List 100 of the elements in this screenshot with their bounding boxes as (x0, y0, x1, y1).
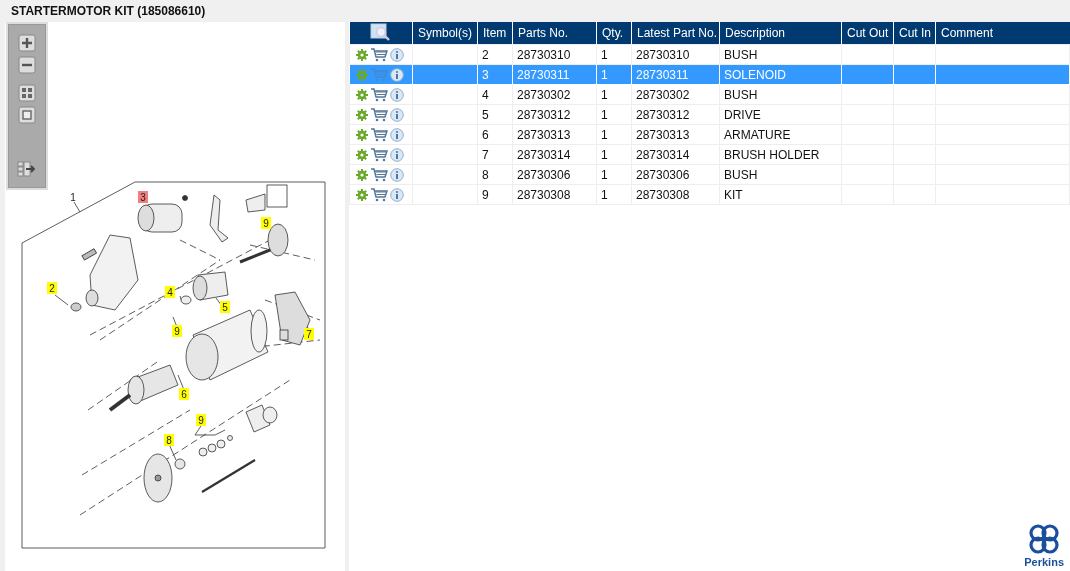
cart-icon[interactable] (370, 167, 388, 182)
table-cell: 1 (601, 107, 608, 122)
table-row[interactable]: 8 28730306 1 28730306 BUSH (349, 164, 1070, 185)
table-row[interactable]: 2 28730310 1 28730310 BUSH (349, 44, 1070, 65)
bracket-drawing (245, 184, 288, 213)
table-cell: 28730312 (517, 107, 571, 122)
zoom-in-button[interactable] (17, 33, 37, 53)
callout-label[interactable]: 1 (70, 192, 76, 203)
info-icon[interactable] (390, 127, 404, 142)
table-cell: 1 (601, 67, 608, 82)
table-cell: 28730313 (636, 127, 690, 142)
cart-icon[interactable] (370, 107, 388, 122)
callout-label[interactable]: 7 (304, 328, 314, 340)
brush-holder-drawing (274, 291, 311, 346)
callout-label[interactable]: 3 (138, 191, 148, 203)
callout-label[interactable]: 9 (196, 414, 206, 426)
zoom-out-icon (18, 56, 36, 74)
table-cell: KIT (724, 187, 743, 202)
lever-drawing (209, 194, 229, 243)
info-icon[interactable] (390, 87, 404, 102)
info-icon[interactable] (390, 107, 404, 122)
table-cell: 28730308 (517, 187, 571, 202)
table-cell: 1 (601, 167, 608, 182)
info-icon[interactable] (390, 47, 404, 62)
square-icon (18, 106, 36, 124)
gear-icon[interactable] (356, 188, 368, 201)
table-cell: ARMATURE (724, 127, 791, 142)
table-cell: 28730310 (636, 47, 690, 62)
callout-label[interactable]: 8 (164, 434, 174, 446)
table-cell: 3 (482, 67, 489, 82)
cart-icon[interactable] (370, 187, 388, 202)
search-icon[interactable] (369, 22, 392, 41)
table-cell: SOLENOID (724, 67, 786, 82)
table-cell: 28730314 (636, 147, 690, 162)
callout-label[interactable]: 5 (220, 301, 230, 313)
table-cell: 5 (482, 107, 489, 122)
info-icon[interactable] (390, 147, 404, 162)
table-cell: BUSH (724, 87, 758, 102)
armature-drawing (108, 364, 179, 412)
toggle-panel-button[interactable] (16, 159, 38, 179)
gear-icon[interactable] (356, 148, 368, 161)
cart-icon[interactable] (370, 47, 388, 62)
table-cell: 28730308 (636, 187, 690, 202)
callout-label[interactable]: 9 (172, 325, 182, 337)
grid-icon (18, 84, 36, 102)
callout-label[interactable]: 6 (179, 388, 189, 400)
table-row[interactable]: 4 28730302 1 28730302 BUSH (349, 84, 1070, 105)
table-cell: BUSH (724, 167, 758, 182)
gear-icon[interactable] (356, 88, 368, 101)
bolt-drawing (81, 248, 97, 261)
cart-icon[interactable] (370, 147, 388, 162)
table-row[interactable]: 9 28730308 1 28730308 KIT (349, 184, 1070, 205)
gear-icon[interactable] (356, 48, 368, 61)
solenoid-drawing (137, 195, 188, 233)
table-cell: DRIVE (724, 107, 761, 122)
callout-label[interactable]: 2 (47, 282, 57, 294)
table-row[interactable]: 5 28730312 1 28730312 DRIVE (349, 104, 1070, 125)
table-row[interactable]: 7 28730314 1 28730314 BRUSH HOLDER (349, 144, 1070, 165)
callout-label[interactable]: 4 (165, 286, 175, 298)
cart-icon[interactable] (370, 87, 388, 102)
table-cell: 1 (601, 187, 608, 202)
table-cell: 28730302 (636, 87, 690, 102)
zoom-in-icon (18, 34, 36, 52)
table-cell: 28730311 (636, 67, 689, 82)
bearing-drawing (245, 404, 278, 433)
table-cell: BUSH (724, 47, 758, 62)
washers-drawing (198, 435, 233, 457)
logo-text: Perkins (1024, 556, 1064, 568)
actual-size-button[interactable] (17, 105, 37, 125)
table-cell: 1 (601, 127, 608, 142)
table-cell: 2 (482, 47, 489, 62)
table-cell: 28730302 (517, 87, 571, 102)
cart-icon[interactable] (370, 127, 388, 142)
table-cell: 4 (482, 87, 489, 102)
table-cell: BRUSH HOLDER (724, 147, 820, 162)
gear-icon[interactable] (356, 108, 368, 121)
table-cell: 1 (601, 47, 608, 62)
table-cell: 6 (482, 127, 489, 142)
table-cell: 28730311 (517, 67, 570, 82)
info-icon[interactable] (390, 67, 404, 82)
zoom-out-button[interactable] (17, 55, 37, 75)
table-cell: 28730310 (517, 47, 571, 62)
table-cell: 1 (601, 87, 608, 102)
table-cell: 1 (601, 147, 608, 162)
table-cell: 7 (482, 147, 489, 162)
end-plate-drawing (143, 453, 173, 503)
drive-drawing (192, 271, 229, 301)
fit-view-button[interactable] (17, 83, 37, 103)
gear-icon[interactable] (356, 128, 368, 141)
table-cell: 28730314 (517, 147, 571, 162)
callout-label[interactable]: 9 (261, 217, 271, 229)
bush-drawing (180, 295, 192, 305)
table-cell: 28730312 (636, 107, 690, 122)
info-icon[interactable] (390, 187, 404, 202)
table-row[interactable]: 6 28730313 1 28730313 ARMATURE (349, 124, 1070, 145)
table-cell: 8 (482, 167, 489, 182)
table-cell: 28730306 (517, 167, 571, 182)
panel-arrow-icon (17, 160, 37, 178)
gear-icon[interactable] (356, 168, 368, 181)
info-icon[interactable] (390, 167, 404, 182)
